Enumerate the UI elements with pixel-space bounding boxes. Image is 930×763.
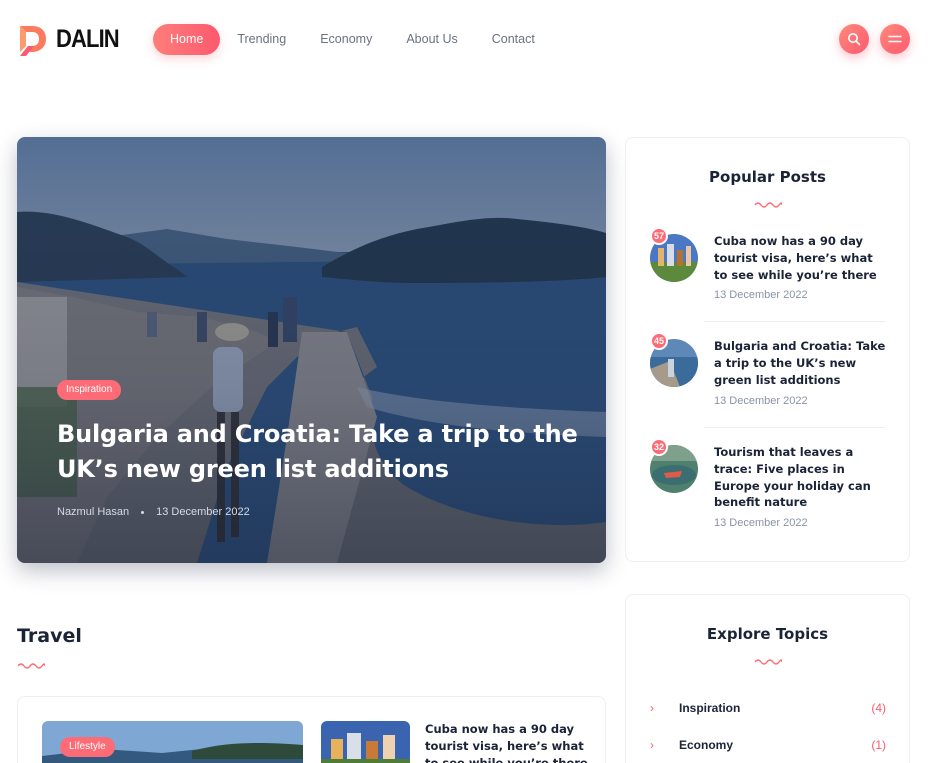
logo[interactable]: DALIN: [18, 22, 127, 56]
hero-featured-post[interactable]: Inspiration Bulgaria and Croatia: Take a…: [17, 137, 606, 563]
hero-category-badge[interactable]: Inspiration: [57, 380, 122, 400]
travel-category-badge[interactable]: Lifestyle: [60, 737, 115, 757]
nav-item-home[interactable]: Home: [153, 24, 221, 55]
popular-post-title[interactable]: Tourism that leaves a trace: Five places…: [714, 444, 886, 511]
popular-post-date: 13 December 2022: [714, 517, 808, 529]
topic-item-inspiration[interactable]: › Inspiration (4): [650, 699, 886, 719]
travel-post-title[interactable]: Cuba now has a 90 day tourist visa, here…: [425, 721, 590, 763]
divider: [704, 321, 885, 322]
hero-overlay: [17, 137, 606, 563]
squiggle-divider-icon: [754, 659, 782, 665]
explore-topics-heading: Explore Topics: [706, 625, 829, 643]
topic-name[interactable]: Inspiration: [679, 701, 740, 715]
popular-post-item[interactable]: 45 Bulgaria and Croatia: Take a trip to …: [650, 332, 886, 419]
topic-item-economy[interactable]: › Economy (1): [650, 736, 886, 756]
popular-posts-heading: Popular Posts: [709, 168, 826, 186]
popular-post-date: 13 December 2022: [714, 289, 808, 301]
nav-item-trending[interactable]: Trending: [220, 24, 303, 55]
logo-text: DALIN: [56, 24, 120, 53]
popular-post-title[interactable]: Bulgaria and Croatia: Take a trip to the…: [714, 338, 886, 388]
hero-title[interactable]: Bulgaria and Croatia: Take a trip to the…: [57, 417, 587, 487]
hero-date: 13 December 2022: [156, 506, 250, 518]
chevron-right-icon: ›: [650, 738, 654, 752]
explore-topics-widget: Explore Topics › Inspiration (4) › Econo…: [625, 594, 910, 763]
view-count-badge: 45: [650, 332, 668, 350]
main-nav: Home Trending Economy About Us Contact: [153, 24, 552, 55]
hamburger-menu-icon: [888, 35, 902, 43]
travel-thumbnail-photo: [321, 721, 410, 763]
popular-post-date: 13 December 2022: [714, 395, 808, 407]
topic-count: (1): [871, 738, 886, 752]
popular-post-item[interactable]: 57 Cuba now has a 90 day tourist visa, h…: [650, 227, 886, 314]
popular-posts-widget: Popular Posts 57 Cuba now has a 90 day t…: [625, 137, 910, 562]
nav-item-about-us[interactable]: About Us: [389, 24, 474, 55]
logo-mark-icon: [20, 26, 46, 56]
hero-author[interactable]: Nazmul Hasan: [57, 506, 129, 518]
view-count-badge: 32: [650, 438, 668, 456]
divider: [704, 427, 885, 428]
nav-item-contact[interactable]: Contact: [475, 24, 552, 55]
view-count-badge: 57: [650, 227, 668, 245]
topic-name[interactable]: Economy: [679, 738, 733, 752]
hero-meta: Nazmul Hasan 13 December 2022: [57, 506, 250, 518]
popular-post-item[interactable]: 32 Tourism that leaves a trace: Five pla…: [650, 438, 886, 541]
nav-item-economy[interactable]: Economy: [303, 24, 389, 55]
travel-posts-card: Lifestyle Cuba now has a 90 day tourist …: [17, 696, 606, 763]
squiggle-divider-icon: [754, 202, 782, 208]
site-header: DALIN Home Trending Economy About Us Con…: [0, 0, 930, 80]
travel-section-heading: Travel: [17, 625, 82, 647]
popular-post-title[interactable]: Cuba now has a 90 day tourist visa, here…: [714, 233, 886, 283]
search-icon: [848, 33, 861, 46]
search-button[interactable]: [839, 24, 869, 54]
travel-post-thumbnail[interactable]: [321, 721, 410, 763]
squiggle-divider-icon: [17, 663, 45, 669]
menu-button[interactable]: [880, 24, 910, 54]
topic-count: (4): [871, 701, 886, 715]
meta-separator: [141, 510, 145, 514]
chevron-right-icon: ›: [650, 701, 654, 715]
